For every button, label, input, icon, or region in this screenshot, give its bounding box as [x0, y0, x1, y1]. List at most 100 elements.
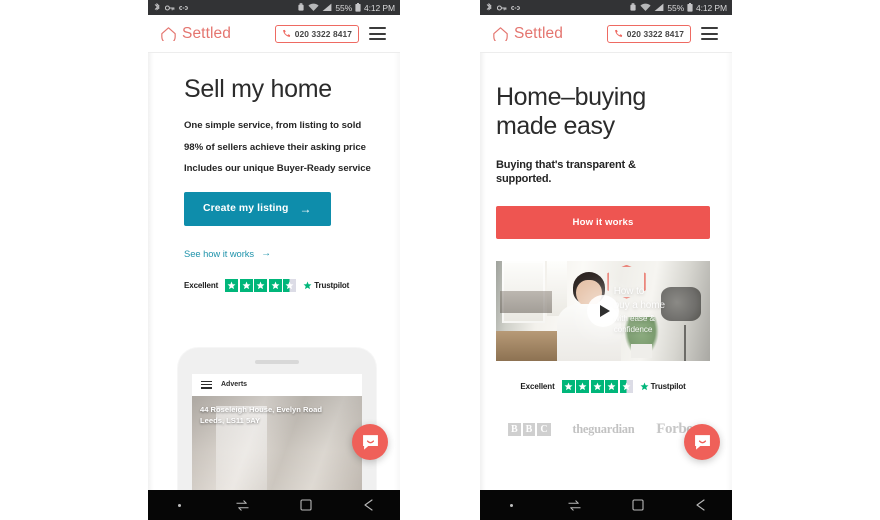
battery-icon [355, 3, 361, 12]
star-icon [254, 278, 268, 292]
trustpilot-brand-label: Trustpilot [314, 280, 350, 290]
brand-logo[interactable]: Settled [160, 25, 231, 43]
star-icon [225, 278, 239, 292]
hamburger-menu-icon [201, 380, 212, 389]
create-listing-label: Create my listing [203, 203, 289, 215]
brand-logo[interactable]: Settled [492, 25, 563, 43]
phone-icon [614, 29, 623, 38]
device-screenshot-left: 55% 4:12 PM Settled 020 3322 8417 Sell m… [148, 0, 400, 520]
home-outline-icon [161, 27, 176, 41]
trustpilot-star-icon [303, 281, 312, 289]
bluetooth-icon [485, 3, 493, 12]
back-arrow-icon[interactable] [337, 499, 400, 511]
phone-number-label: 020 3322 8417 [626, 28, 684, 39]
recent-apps-icon[interactable] [543, 499, 606, 511]
clock-label: 4:12 PM [696, 2, 727, 13]
trustpilot-rating-label: Excellent [184, 280, 219, 290]
see-how-it-works-label: See how it works [184, 247, 255, 259]
chat-bubble-smile-icon [694, 434, 710, 450]
wifi-icon [640, 3, 651, 12]
trustpilot-brand-label: Trustpilot [650, 381, 686, 391]
android-navigation-bar [480, 490, 732, 520]
bbc-logo: B B C [508, 422, 551, 436]
mockup-app-bar: Adverts [192, 373, 362, 396]
play-button-icon[interactable] [587, 294, 619, 327]
link-icon [179, 4, 188, 12]
bbc-letter: B [522, 422, 536, 436]
vpn-key-icon [497, 4, 507, 12]
bbc-letter: C [537, 422, 551, 436]
hamburger-menu-icon[interactable] [369, 27, 386, 40]
star-icon [576, 379, 590, 393]
address-line-2: Leeds, LS11 5AY [200, 415, 261, 425]
bluetooth-icon [153, 3, 161, 12]
browser-viewport-right: Settled 020 3322 8417 Home–buying made e… [480, 15, 732, 490]
how-it-works-button[interactable]: How it works [496, 205, 710, 239]
android-status-bar: 55% 4:12 PM [480, 0, 732, 15]
nav-dot-indicator [148, 503, 211, 507]
site-header: Settled 020 3322 8417 [148, 15, 400, 53]
alarm-icon [629, 3, 637, 12]
home-square-icon[interactable] [274, 499, 337, 511]
android-navigation-bar [148, 490, 400, 520]
star-icon [561, 379, 575, 393]
star-half-icon [283, 278, 297, 292]
wifi-icon [308, 3, 319, 12]
phone-icon [282, 29, 291, 38]
trustpilot-rating-label: Excellent [520, 381, 555, 391]
trustpilot-stars [561, 379, 633, 393]
nav-dot-indicator [480, 503, 543, 507]
trustpilot-widget[interactable]: Excellent Trustpilot [520, 379, 686, 393]
link-icon [511, 4, 520, 12]
chat-bubble-smile-icon [362, 434, 378, 450]
alarm-icon [297, 3, 305, 12]
chat-widget-button[interactable] [684, 424, 720, 460]
trustpilot-star-icon [640, 382, 649, 390]
brand-name-label: Settled [514, 24, 563, 42]
home-outline-icon [493, 27, 508, 41]
screenshot-canvas: 55% 4:12 PM Settled 020 3322 8417 Sell m… [0, 0, 880, 520]
video-caption-line-3: with ease & [613, 313, 655, 323]
brand-name-label: Settled [182, 24, 231, 42]
video-thumbnail[interactable]: How to buy a home with ease & confidence [496, 260, 710, 361]
video-caption: How to buy a home with ease & confidence [614, 285, 665, 336]
trustpilot-widget[interactable]: Excellent Trustpilot [184, 278, 378, 292]
phone-number-label: 020 3322 8417 [294, 28, 352, 39]
mockup-speaker-grill [255, 360, 299, 364]
scene-shelf [500, 290, 552, 313]
address-line-1: 44 Roseleigh House, Evelyn Road [200, 404, 322, 414]
scene-plant-pot [630, 343, 653, 358]
bbc-letter: B [508, 422, 521, 436]
clock-label: 4:12 PM [364, 2, 395, 13]
chat-widget-button[interactable] [352, 424, 388, 460]
mockup-screen: Adverts 44 Roseleigh House, Evelyn Road … [192, 373, 362, 490]
page-title-line-1: Home–buying [496, 83, 646, 111]
android-status-bar: 55% 4:12 PM [148, 0, 400, 15]
scene-studio-light [660, 286, 702, 321]
battery-percent-label: 55% [667, 2, 685, 13]
see-how-it-works-link[interactable]: See how it works → [184, 248, 271, 259]
hamburger-menu-icon[interactable] [701, 27, 718, 40]
back-arrow-icon[interactable] [669, 499, 732, 511]
page-subtitle-line-1: Buying that's transparent & [496, 158, 636, 171]
video-caption-line-2: buy a home [613, 299, 665, 311]
signal-icon [322, 3, 332, 12]
page-title: Home–buying made easy [496, 83, 710, 142]
mockup-listing-photo: 44 Roseleigh House, Evelyn Road Leeds, L… [192, 395, 362, 490]
video-caption-line-4: confidence [613, 325, 653, 335]
mockup-listing-address: 44 Roseleigh House, Evelyn Road Leeds, L… [200, 404, 354, 426]
home-square-icon[interactable] [606, 499, 669, 511]
mockup-app-title: Adverts [221, 381, 248, 388]
battery-icon [687, 3, 693, 12]
phone-cta-button[interactable]: 020 3322 8417 [274, 24, 359, 43]
scene-tripod [683, 324, 687, 361]
arrow-right-icon: → [261, 247, 272, 259]
phone-cta-button[interactable]: 020 3322 8417 [606, 24, 691, 43]
recent-apps-icon[interactable] [211, 499, 274, 511]
trustpilot-brand: Trustpilot [303, 281, 349, 290]
video-caption-line-1: How to [613, 285, 645, 297]
signal-icon [654, 3, 664, 12]
list-item: One simple service, from listing to sold [184, 120, 362, 131]
guardian-logo: theguardian [572, 421, 635, 436]
create-listing-button[interactable]: Create my listing → [184, 191, 331, 226]
